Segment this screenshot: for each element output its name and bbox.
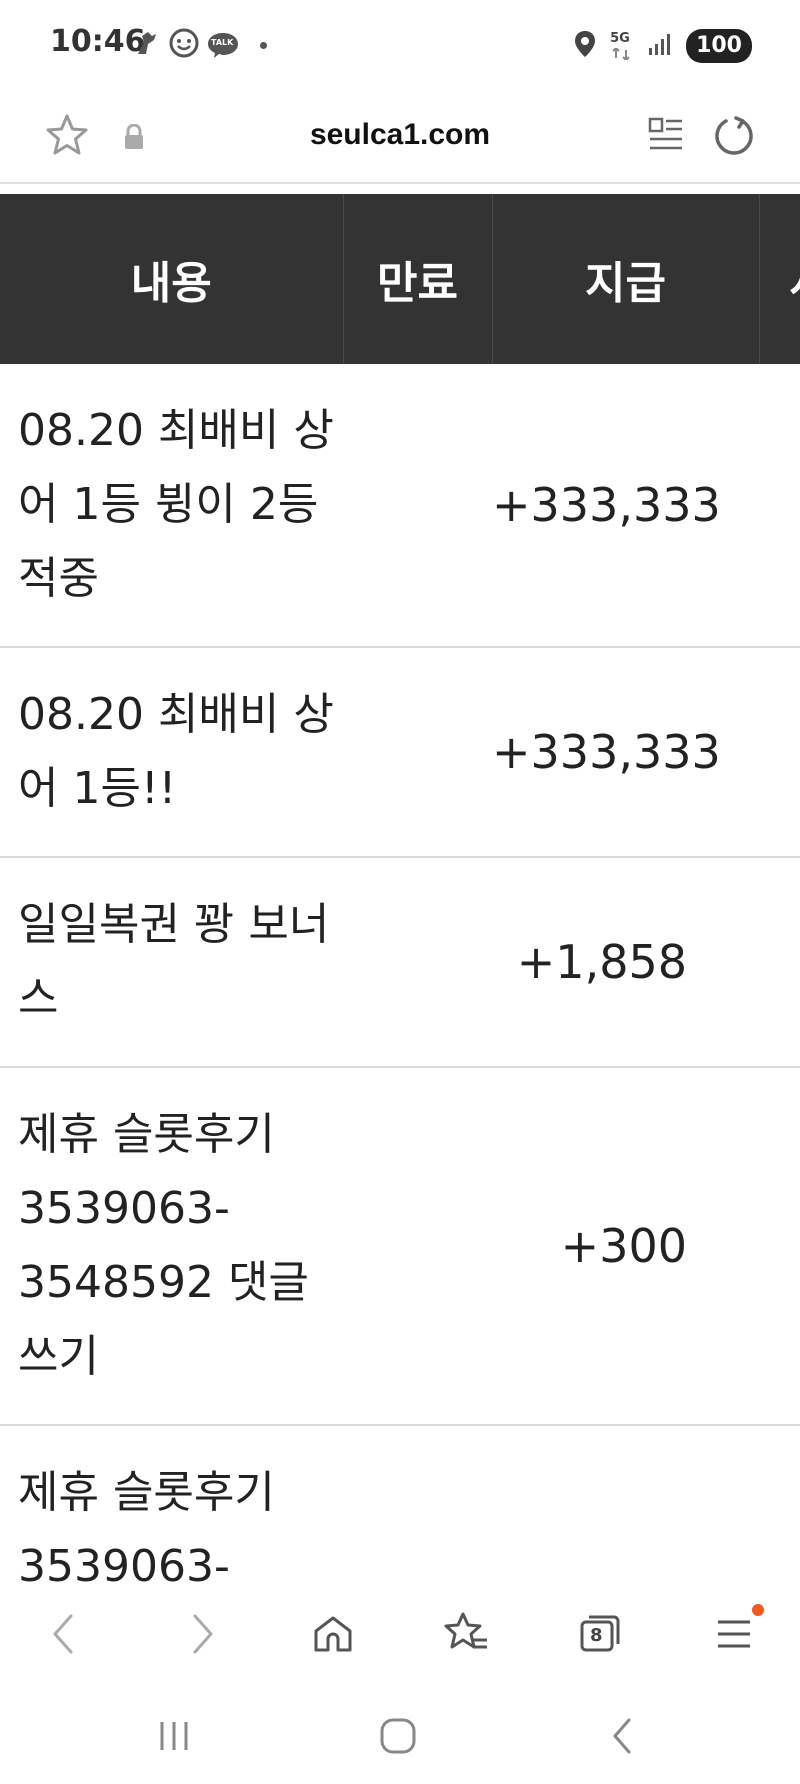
row-amount: +333,333 — [492, 364, 759, 648]
row-content: 제휴 슬롯후기 3539063-3548592 댓글쓰기 — [0, 1067, 343, 1426]
home-button[interactable] — [305, 1606, 361, 1662]
points-history-table: 내용 만료 지급 사 08.20 최배비 상어 1등 뷩이 2등 적중 +333… — [0, 194, 800, 1584]
row-amount: +1,858 — [492, 857, 759, 1068]
menu-notification-dot — [752, 1604, 764, 1616]
refresh-icon[interactable] — [712, 114, 756, 162]
tabs-count: 8 — [590, 1625, 603, 1646]
row-amount: +300 — [492, 1067, 759, 1426]
table-row: 일일복권 꽝 보너스 +1,858 — [0, 857, 800, 1068]
back-nav-button[interactable] — [592, 1714, 652, 1758]
points-table-container[interactable]: 내용 만료 지급 사 08.20 최배비 상어 1등 뷩이 2등 적중 +333… — [0, 194, 800, 1584]
row-expiry — [343, 857, 492, 1068]
header-extra: 사 — [759, 194, 800, 364]
table-row: 08.20 최배비 상어 1등 뷩이 2등 적중 +333,333 — [0, 364, 800, 648]
signal-icon — [648, 32, 672, 60]
recent-apps-button[interactable] — [144, 1714, 204, 1758]
tabs-icon: 8 — [578, 1612, 622, 1656]
location-icon — [574, 30, 596, 62]
row-content: 일일복권 꽝 보너스 — [0, 857, 343, 1068]
row-content: 08.20 최배비 상어 1등 뷩이 2등 적중 — [0, 364, 343, 648]
reader-mode-icon[interactable] — [648, 116, 684, 160]
dot-icon — [260, 41, 267, 49]
system-navigation-bar — [0, 1684, 800, 1784]
forward-button[interactable] — [174, 1606, 230, 1662]
talk-app-icon: TALK — [206, 31, 240, 59]
browser-toolbar: 8 — [0, 1584, 800, 1684]
header-expiry: 만료 — [343, 194, 493, 364]
table-row: 제휴 슬롯후기 3539063-3548592 댓글쓰기 +300 — [0, 1067, 800, 1426]
notification-icons: TALK — [134, 28, 267, 62]
battery-indicator: 100 — [686, 29, 752, 63]
row-expiry — [343, 364, 492, 648]
header-amount: 지급 — [492, 194, 760, 364]
row-amount — [492, 1425, 759, 1584]
bird-app-icon — [134, 28, 162, 62]
tabs-button[interactable]: 8 — [572, 1606, 628, 1662]
row-expiry — [343, 1067, 492, 1426]
row-amount: +333,333 — [492, 647, 759, 858]
system-icons: 5G 100 — [574, 28, 752, 64]
table-row: 08.20 최배비 상어 1등!! +333,333 — [0, 647, 800, 858]
header-content: 내용 — [0, 194, 344, 364]
table-header-row: 내용 만료 지급 사 — [0, 194, 800, 364]
home-nav-button[interactable] — [368, 1714, 428, 1758]
row-content: 제휴 슬롯후기 3539063- — [0, 1425, 343, 1584]
row-content: 08.20 최배비 상어 1등!! — [0, 647, 343, 858]
table-row: 제휴 슬롯후기 3539063- — [0, 1425, 800, 1584]
status-bar: 10:46 TALK 5G 100 — [0, 0, 800, 90]
row-expiry — [343, 1425, 492, 1584]
address-bar: seulca1.com — [0, 90, 800, 184]
bookmarks-button[interactable] — [438, 1606, 494, 1662]
network-5g-icon: 5G — [610, 31, 634, 61]
status-time: 10:46 — [50, 24, 146, 59]
bookmarks-icon — [443, 1610, 489, 1658]
talk-label: TALK — [211, 38, 234, 47]
smile-app-icon — [168, 27, 200, 63]
back-button[interactable] — [36, 1606, 92, 1662]
row-expiry — [343, 647, 492, 858]
